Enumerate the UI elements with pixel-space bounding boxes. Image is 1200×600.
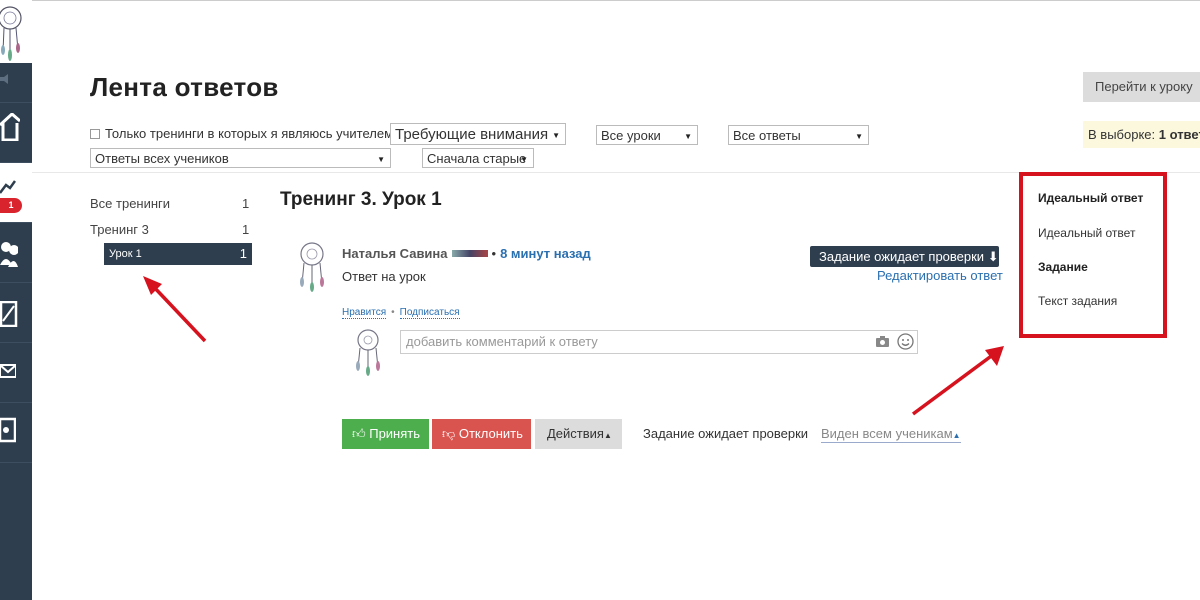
arrow-head-icon	[985, 346, 1004, 366]
red-arrow-left	[150, 283, 207, 343]
red-arrow-right	[911, 352, 996, 416]
annotation-arrows	[143, 276, 1004, 416]
